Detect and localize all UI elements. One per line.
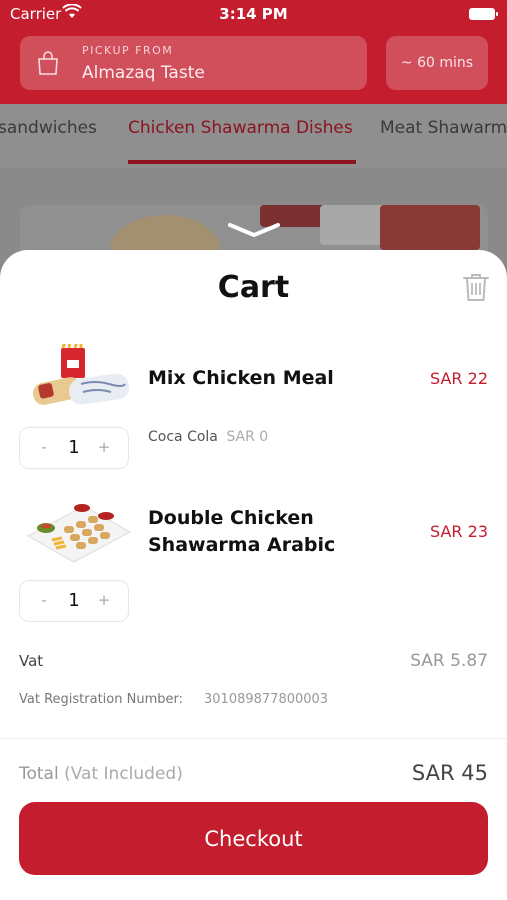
cart-item-name: Double Chicken Shawarma Arabic xyxy=(148,505,335,559)
vat-label: Vat xyxy=(19,652,44,670)
divider xyxy=(0,738,507,739)
cart-item-addon: Coca Cola SAR 0 xyxy=(148,429,268,445)
clock: 3:14 PM xyxy=(219,5,288,23)
total-value: SAR 45 xyxy=(411,761,488,785)
double-chicken-shawarma-image xyxy=(26,504,132,563)
eta-badge[interactable]: ~ 60 mins xyxy=(386,36,488,90)
active-tab-indicator xyxy=(128,160,356,164)
total-label: Total (Vat Included) xyxy=(19,764,183,784)
pickup-label: PICKUP FROM xyxy=(82,44,174,57)
addon-name: Coca Cola xyxy=(148,429,218,445)
trash-icon[interactable] xyxy=(462,272,490,302)
cart-item-name-line1: Double Chicken xyxy=(148,507,314,529)
shopping-bag-icon xyxy=(38,51,58,75)
vat-registration-label: Vat Registration Number: xyxy=(19,692,183,707)
cart-item-price: SAR 22 xyxy=(430,369,488,388)
increase-quantity-button[interactable]: + xyxy=(94,438,114,456)
mix-chicken-meal-image xyxy=(33,344,129,405)
status-bar: Carrier 3:14 PM xyxy=(0,0,507,28)
vat-value: SAR 5.87 xyxy=(410,651,488,671)
tab-chicken-shawarma-dishes[interactable]: Chicken Shawarma Dishes xyxy=(128,118,353,138)
cart-item-price: SAR 23 xyxy=(430,522,488,541)
vat-registration-number: 301089877800003 xyxy=(204,692,329,707)
total-text: Total xyxy=(19,764,59,784)
quantity-stepper: - 1 + xyxy=(19,580,129,622)
quantity-stepper: - 1 + xyxy=(19,427,129,469)
checkout-button[interactable]: Checkout xyxy=(19,802,488,875)
cart-title: Cart xyxy=(217,270,290,305)
total-vat-note: (Vat Included) xyxy=(64,764,183,784)
restaurant-name: Almazaq Taste xyxy=(82,63,205,83)
increase-quantity-button[interactable]: + xyxy=(94,591,114,609)
category-tabs: sandwiches Chicken Shawarma Dishes Meat … xyxy=(0,104,507,168)
addon-price: SAR 0 xyxy=(226,429,269,445)
tab-meat-shawarma[interactable]: Meat Shawarma xyxy=(380,118,507,138)
chevron-down-icon[interactable] xyxy=(228,222,280,238)
cart-item-name: Mix Chicken Meal xyxy=(148,367,334,389)
battery-icon xyxy=(469,8,498,20)
tab-sandwiches[interactable]: sandwiches xyxy=(0,118,97,138)
cart-item-name-line2: Shawarma Arabic xyxy=(148,534,336,556)
pickup-location-selector[interactable]: PICKUP FROM Almazaq Taste xyxy=(20,36,367,90)
